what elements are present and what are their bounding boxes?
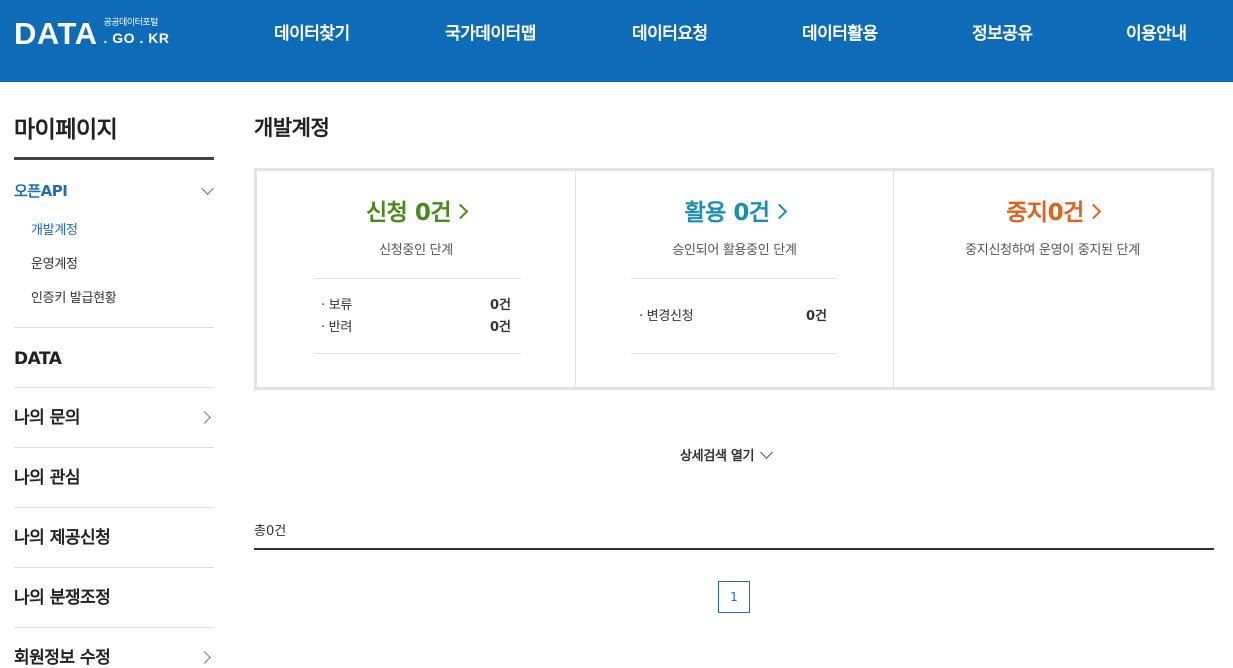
detail-value-hold: 0건 [489,298,511,313]
logo-main-text: DATA [14,16,98,51]
sidebar-item-open-api-label: 오픈API [14,182,68,200]
status-stopped-link[interactable]: 중지0건 [894,197,1211,229]
nav-national-data-map[interactable]: 국가데이터맵 [445,22,536,46]
status-stopped-desc: 중지신청하여 운영이 중지된 단계 [965,243,1140,258]
sidebar-divider [14,447,214,448]
chevron-right-icon [452,203,469,220]
chevron-right-icon [1085,203,1102,220]
detail-label-rejected: · 반려 [321,320,352,335]
status-applied-desc: 신청중인 단계 [379,243,453,258]
sidebar-title: 마이페이지 [14,117,118,143]
sidebar-divider [14,327,214,328]
sidebar-subitem-key-status[interactable]: 인증키 발급현황 [31,290,117,308]
pagination-page-button[interactable]: 1 [718,581,750,613]
status-in-use-desc: 승인되어 활용중인 단계 [672,243,797,258]
nav-data-usage[interactable]: 데이터활용 [802,22,878,46]
sidebar-item-open-api[interactable]: 오픈API [14,180,214,202]
nav-data-search[interactable]: 데이터찾기 [274,22,350,46]
status-stopped-title: 중지0건 [1006,200,1084,226]
sidebar-item-my-provision[interactable]: 나의 제공신청 [14,526,111,550]
sidebar-divider [14,507,214,508]
detail-label-hold: · 보류 [321,298,352,313]
detail-value-rejected: 0건 [489,320,511,335]
detail-search-toggle[interactable]: 상세검색 열기 [680,446,774,467]
sidebar-title-divider [14,157,214,160]
nav-info-share[interactable]: 정보공유 [972,22,1033,46]
logo-sub-bottom-text: . GO . KR [103,30,170,46]
status-stopped: 중지0건 중지신청하여 운영이 중지된 단계 [894,171,1211,387]
sidebar-item-data[interactable]: DATA [14,347,62,371]
status-applied-details: · 보류 0건 · 반려 0건 [313,278,521,354]
chevron-right-icon [198,411,211,424]
detail-label-change-request: · 변경신청 [639,309,694,324]
sidebar-divider [14,567,214,568]
status-applied-link[interactable]: 신청 0건 [257,197,575,229]
sidebar-subitem-dev-account[interactable]: 개발계정 [31,222,78,240]
site-logo[interactable]: DATA 공공데이터포털 . GO . KR [14,14,169,54]
status-summary-box: 신청 0건 신청중인 단계 · 보류 0건 · 반려 0건 활용 0건 승인되어… [254,168,1214,390]
detail-value-change-request: 0건 [805,309,827,324]
detail-search-label: 상세검색 열기 [680,449,755,464]
nav-user-guide[interactable]: 이용안내 [1126,22,1187,46]
sidebar-item-edit-profile[interactable]: 회원정보 수정 [14,646,111,668]
status-applied: 신청 0건 신청중인 단계 · 보류 0건 · 반려 0건 [257,171,575,387]
chevron-down-icon [760,446,774,459]
nav-data-request[interactable]: 데이터요청 [632,22,708,46]
status-in-use-details: · 변경신청 0건 [631,278,837,354]
logo-sub-top-text: 공공데이터포털 [103,18,159,28]
sidebar-subitem-ops-account[interactable]: 운영계정 [31,256,78,274]
sidebar-divider [14,387,214,388]
status-in-use-link[interactable]: 활용 0건 [576,197,893,229]
chevron-down-icon [201,182,214,195]
total-count: 총0건 [254,524,287,539]
logo-sub: 공공데이터포털 . GO . KR [104,14,170,47]
status-in-use: 활용 0건 승인되어 활용중인 단계 · 변경신청 0건 [576,171,893,387]
header: DATA 공공데이터포털 . GO . KR 데이터찾기 국가데이터맵 데이터요… [0,0,1233,82]
results-divider [254,548,1214,550]
sidebar-item-my-inquiry[interactable]: 나의 문의 [14,406,80,430]
status-in-use-title: 활용 0건 [684,200,771,226]
chevron-right-icon [198,651,211,664]
sidebar-item-my-dispute[interactable]: 나의 분쟁조정 [14,586,111,610]
page-title: 개발계정 [254,116,330,140]
sidebar-item-my-interest[interactable]: 나의 관심 [14,466,80,490]
chevron-right-icon [771,203,787,220]
status-applied-title: 신청 0건 [366,200,452,226]
sidebar-divider [14,627,214,628]
